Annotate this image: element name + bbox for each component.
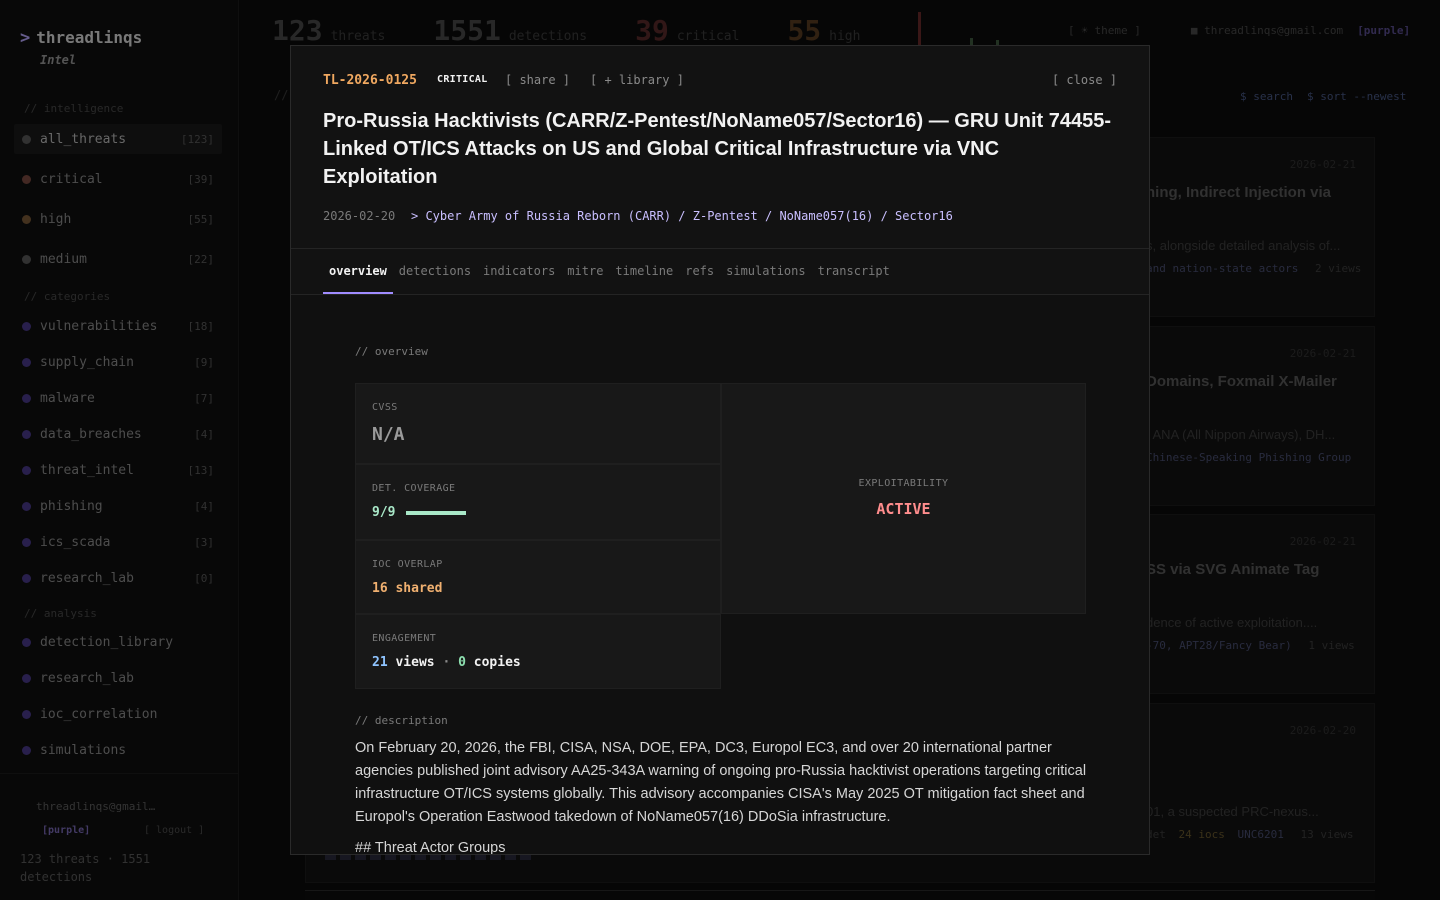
threat-actors[interactable]: > Cyber Army of Russia Reborn (CARR) / Z… xyxy=(411,209,953,223)
modal-header: TL-2026-0125 CRITICAL [ share ] [ + libr… xyxy=(291,46,1149,249)
overview-section-label: // overview xyxy=(355,345,428,358)
threat-id: TL-2026-0125 xyxy=(323,73,417,88)
description-text: On February 20, 2026, the FBI, CISA, NSA… xyxy=(355,740,1087,825)
coverage-value: 9/9 xyxy=(372,505,396,520)
coverage-bar xyxy=(406,511,466,515)
ioc-overlap-cell: IOC OVERLAP 16 shared xyxy=(355,540,721,614)
coverage-bar-fill xyxy=(406,511,466,515)
coverage-cell: DET. COVERAGE 9/9 xyxy=(355,464,721,540)
exploitability-label: EXPLOITABILITY xyxy=(858,478,949,489)
engagement-label: ENGAGEMENT xyxy=(372,633,437,644)
tab-detections[interactable]: detections xyxy=(393,250,477,294)
tab-simulations[interactable]: simulations xyxy=(720,250,811,294)
exploitability-value: ACTIVE xyxy=(876,500,931,518)
modal-body: // overview CVSS N/A DET. COVERAGE 9/9 I… xyxy=(291,295,1149,855)
description-section-label: // description xyxy=(355,714,448,727)
tab-timeline[interactable]: timeline xyxy=(609,250,679,294)
tab-transcript[interactable]: transcript xyxy=(812,250,896,294)
views-count: 21 xyxy=(372,655,388,670)
views-label: views xyxy=(395,655,435,670)
tab-mitre[interactable]: mitre xyxy=(561,250,609,294)
engagement-value: 21 views · 0 copies xyxy=(372,655,521,670)
cvss-label: CVSS xyxy=(372,402,398,413)
exploitability-cell: EXPLOITABILITY ACTIVE xyxy=(721,383,1086,614)
add-to-library-button[interactable]: [ + library ] xyxy=(590,73,684,87)
copies-count: 0 xyxy=(458,655,466,670)
description-heading: ## Threat Actor Groups xyxy=(355,840,506,855)
share-button[interactable]: [ share ] xyxy=(505,73,570,87)
engagement-cell: ENGAGEMENT 21 views · 0 copies xyxy=(355,614,721,689)
ioc-overlap-label: IOC OVERLAP xyxy=(372,559,443,570)
threat-title: Pro-Russia Hacktivists (CARR/Z-Pentest/N… xyxy=(323,110,1112,188)
cvss-cell: CVSS N/A xyxy=(355,383,721,464)
threat-date: 2026-02-20 xyxy=(323,209,396,223)
copies-label: copies xyxy=(473,655,521,670)
tab-refs[interactable]: refs xyxy=(679,250,720,294)
threat-detail-modal: TL-2026-0125 CRITICAL [ share ] [ + libr… xyxy=(290,45,1150,855)
coverage-label: DET. COVERAGE xyxy=(372,483,456,494)
severity-badge: CRITICAL xyxy=(437,74,488,85)
separator: · xyxy=(442,655,451,670)
tab-indicators[interactable]: indicators xyxy=(477,250,561,294)
tab-overview[interactable]: overview xyxy=(323,250,393,294)
cvss-value: N/A xyxy=(372,424,405,445)
ioc-overlap-value: 16 shared xyxy=(372,581,443,596)
modal-tabs: overview detections indicators mitre tim… xyxy=(323,250,896,294)
close-button[interactable]: [ close ] xyxy=(1052,73,1117,87)
